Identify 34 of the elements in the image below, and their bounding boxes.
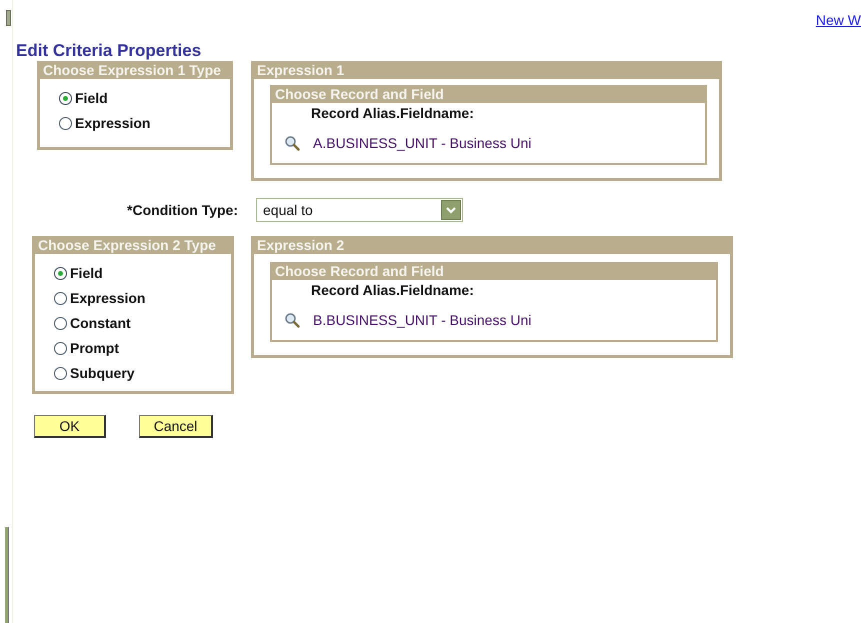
page-title: Edit Criteria Properties [16, 41, 202, 61]
group-header: Choose Record and Field [272, 85, 705, 103]
frame-splitter-handle[interactable] [6, 10, 11, 26]
radio-button[interactable] [54, 292, 67, 304]
radio-label: Prompt [70, 340, 119, 356]
group-header: Expression 2 [254, 236, 730, 254]
search-icon[interactable] [284, 312, 300, 328]
radio-label: Field [75, 90, 108, 106]
condition-type-label: *Condition Type: [126, 202, 238, 218]
new-window-link[interactable]: New W [816, 12, 861, 30]
field-value: A.BUSINESS_UNIT - Business Uni [313, 135, 532, 151]
radio-button[interactable] [54, 316, 67, 330]
field-value: B.BUSINESS_UNIT - Business Uni [313, 312, 532, 328]
radio-label: Field [70, 265, 103, 281]
condition-type-dropdown[interactable]: equal to [256, 198, 463, 222]
search-icon[interactable] [284, 135, 300, 151]
radio-label: Subquery [70, 365, 135, 381]
field-label: Record Alias.Fieldname: [310, 282, 475, 300]
dialog-button[interactable]: Cancel [139, 415, 213, 438]
radio-label: Expression [70, 290, 146, 306]
radio-button[interactable] [54, 366, 67, 380]
radio-button[interactable] [59, 92, 72, 104]
group-header: Choose Record and Field [272, 262, 716, 280]
radio-button[interactable] [54, 342, 67, 354]
radio-label: Constant [70, 315, 131, 331]
radio-button[interactable] [54, 266, 67, 280]
group-header: Choose Expression 2 Type [35, 236, 231, 254]
group-header: Choose Expression 1 Type [40, 61, 230, 79]
field-label: Record Alias.Fieldname: [310, 105, 475, 123]
dialog-button[interactable]: OK [34, 415, 106, 438]
group-header: Expression 1 [254, 61, 719, 79]
radio-button[interactable] [59, 116, 72, 130]
chevron-down-icon [441, 200, 461, 220]
radio-label: Expression [75, 115, 150, 131]
